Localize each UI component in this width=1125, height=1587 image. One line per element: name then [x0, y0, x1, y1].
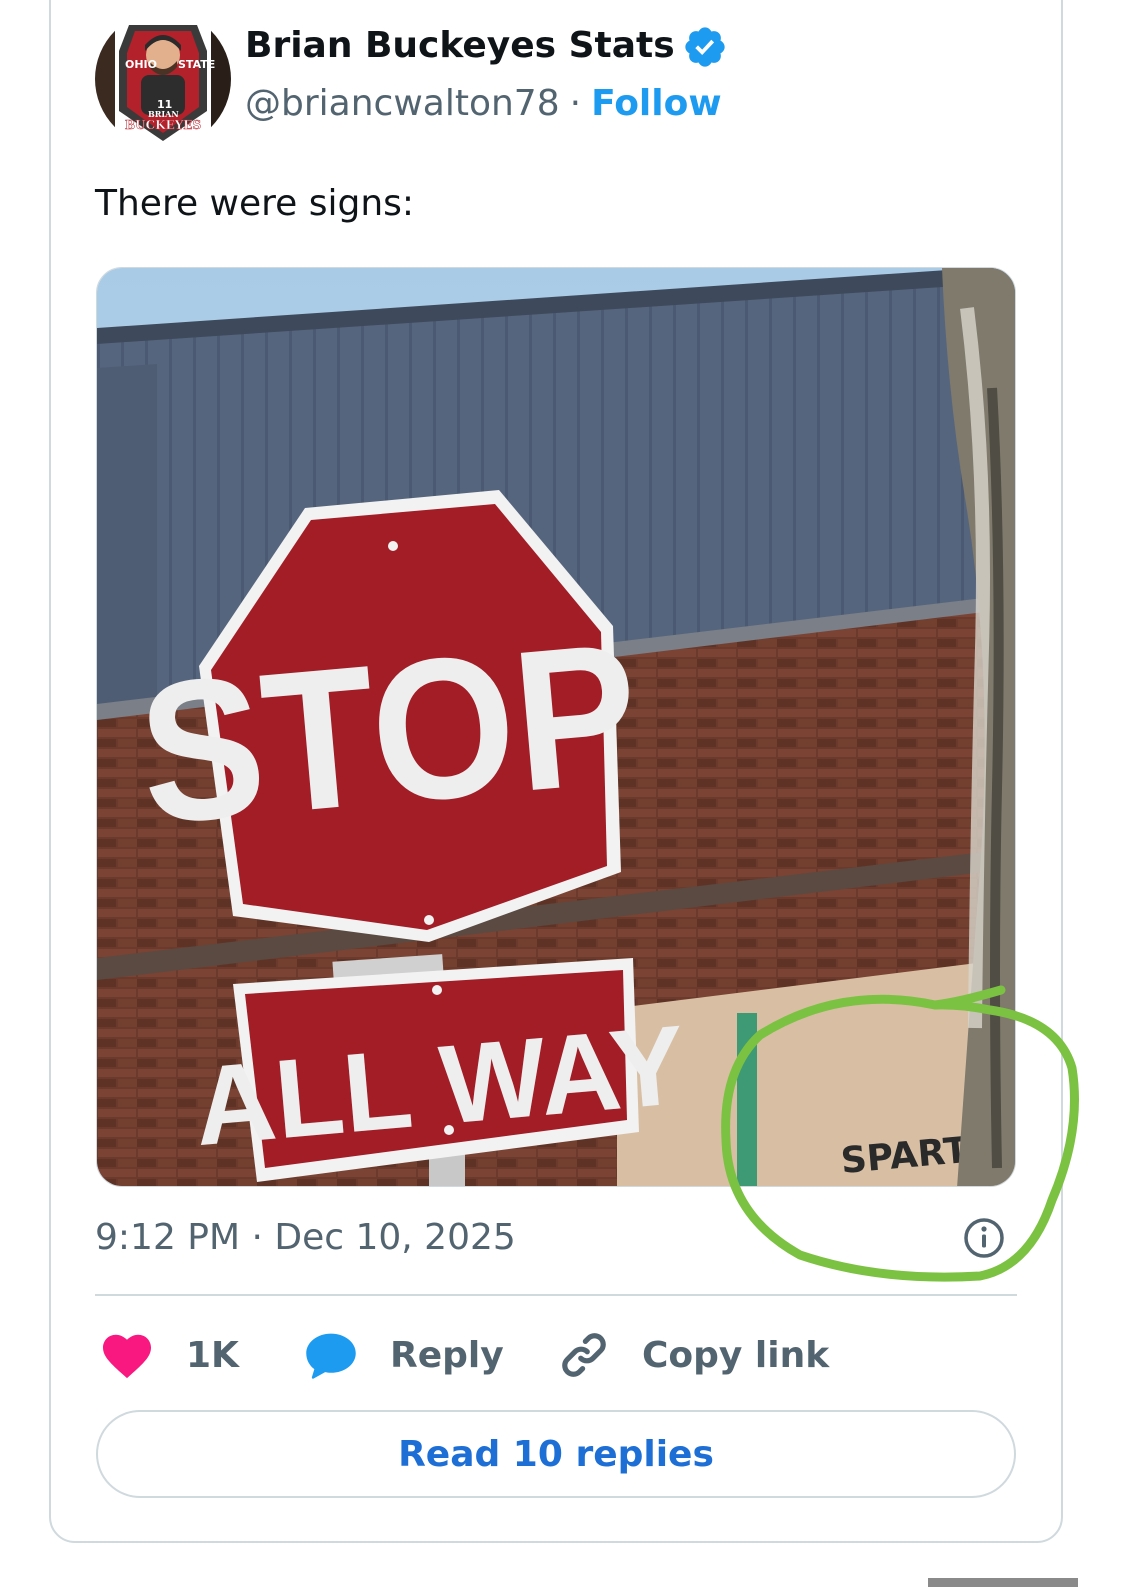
info-icon[interactable] — [962, 1216, 1006, 1260]
svg-text:OHIO: OHIO — [125, 58, 157, 71]
timestamp[interactable]: 9:12 PM · Dec 10, 2025 — [95, 1214, 516, 1262]
reply-bubble-icon — [306, 1333, 356, 1379]
divider — [95, 1294, 1017, 1296]
stop-sign-text: STOP — [131, 600, 646, 866]
copy-link-button[interactable]: Copy link — [558, 1330, 829, 1380]
photo-illustration: SPART STOP ALL WAY — [97, 268, 1015, 1186]
svg-text:STATE: STATE — [178, 58, 215, 71]
display-name[interactable]: Brian Buckeyes Stats — [245, 22, 675, 70]
handle-row: @briancwalton78 · Follow — [245, 80, 722, 128]
heart-icon — [103, 1334, 151, 1379]
avatar[interactable]: OHIO STATE 11 BRIAN BUCKEYES — [95, 11, 231, 147]
read-replies-button[interactable]: Read 10 replies — [96, 1410, 1016, 1498]
like-button[interactable]: 1K — [100, 1330, 239, 1380]
tweet-photo[interactable]: SPART STOP ALL WAY — [96, 267, 1016, 1187]
tweet-text: There were signs: — [95, 183, 415, 224]
copy-link-label: Copy link — [642, 1334, 830, 1376]
verified-badge-icon — [685, 27, 725, 67]
link-icon — [562, 1333, 606, 1377]
reply-button[interactable]: Reply — [304, 1330, 504, 1380]
home-indicator — [928, 1578, 1078, 1587]
follow-button[interactable]: Follow — [591, 83, 722, 124]
like-count: 1K — [186, 1334, 239, 1376]
svg-text:BUCKEYES: BUCKEYES — [125, 118, 201, 132]
handle[interactable]: @briancwalton78 — [245, 83, 560, 124]
reply-label: Reply — [390, 1334, 504, 1376]
separator: · — [569, 83, 582, 124]
